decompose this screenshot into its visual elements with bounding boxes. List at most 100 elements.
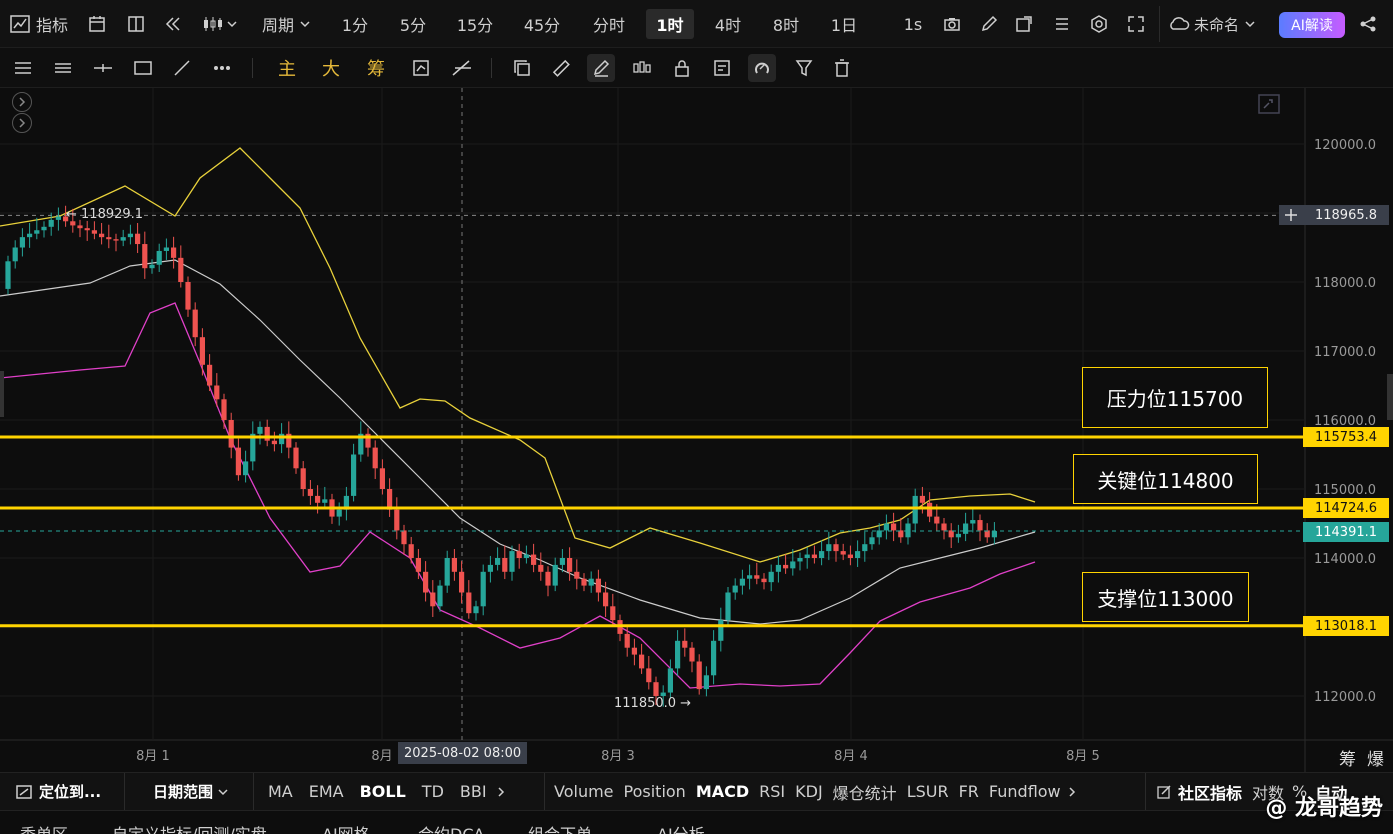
popout-icon[interactable] bbox=[1015, 15, 1033, 33]
chevron-right-icon[interactable] bbox=[1066, 786, 1078, 798]
timeframe-45m[interactable]: 45分 bbox=[517, 9, 567, 39]
indicator-kdj[interactable]: KDJ bbox=[790, 782, 828, 801]
indicator-position[interactable]: Position bbox=[619, 782, 691, 801]
trash-icon[interactable] bbox=[828, 54, 856, 82]
watermark: @ 龙哥趋势 bbox=[1265, 796, 1383, 821]
expand-icon[interactable] bbox=[12, 113, 32, 133]
indicator-button[interactable]: 指标 bbox=[10, 9, 68, 39]
rectangle-icon[interactable] bbox=[129, 54, 157, 82]
chip-corner-label[interactable]: 筹 bbox=[1339, 745, 1356, 770]
indicator-liquidation[interactable]: 爆仓统计 bbox=[828, 780, 902, 804]
share-icon[interactable] bbox=[1359, 15, 1377, 33]
more-icon[interactable] bbox=[208, 54, 236, 82]
edit-note-icon[interactable] bbox=[708, 54, 736, 82]
locate-button[interactable]: 定位到... bbox=[0, 781, 124, 802]
community-indicators[interactable]: 社区指标 bbox=[1146, 780, 1248, 804]
camera-icon[interactable] bbox=[943, 15, 961, 33]
rewind-icon[interactable] bbox=[163, 15, 183, 33]
layout-dropdown[interactable]: 未命名 bbox=[1168, 9, 1257, 39]
resistance-annotation[interactable]: 压力位115700 bbox=[1082, 367, 1268, 428]
main-chart-toggle[interactable]: 主 bbox=[273, 54, 301, 82]
candles-icon[interactable] bbox=[628, 54, 656, 82]
indicator-boll[interactable]: BOLL bbox=[352, 782, 414, 801]
calendar-icon[interactable] bbox=[88, 15, 106, 33]
collapse-icon[interactable] bbox=[1258, 94, 1280, 114]
gear-icon[interactable] bbox=[1090, 15, 1108, 33]
candle-body bbox=[336, 509, 342, 517]
candle-type-icon[interactable] bbox=[202, 15, 240, 33]
indicator-td[interactable]: TD bbox=[414, 782, 452, 801]
candle-body bbox=[927, 502, 933, 517]
timeframe-15m[interactable]: 15分 bbox=[451, 9, 499, 39]
candle-body bbox=[5, 261, 11, 289]
menu-icon[interactable] bbox=[9, 54, 37, 82]
brush-icon[interactable] bbox=[587, 54, 615, 82]
candle-body bbox=[372, 447, 378, 469]
magnet-icon[interactable] bbox=[748, 54, 776, 82]
date-range-dropdown[interactable]: 日期范围 bbox=[125, 781, 253, 802]
filter-icon[interactable] bbox=[790, 54, 818, 82]
sync-drawing-icon[interactable] bbox=[407, 54, 435, 82]
indicator-macd[interactable]: MACD bbox=[691, 782, 754, 801]
chevron-right-icon[interactable] bbox=[495, 786, 507, 798]
horizontal-line-icon[interactable] bbox=[89, 54, 117, 82]
lock-icon[interactable] bbox=[668, 54, 696, 82]
big-order-toggle[interactable]: 大 bbox=[317, 54, 345, 82]
timeframe-1m[interactable]: 1分 bbox=[336, 9, 374, 39]
add-alert-icon[interactable] bbox=[1279, 205, 1303, 225]
candle-body bbox=[279, 433, 285, 445]
tab-custom-indicator[interactable]: 自定义指标/回测/实盘 bbox=[112, 821, 267, 834]
interval-1s[interactable]: 1s bbox=[896, 9, 930, 39]
indicator-bbi[interactable]: BBI bbox=[452, 782, 495, 801]
indicator-ma[interactable]: MA bbox=[260, 782, 301, 801]
chevron-down-icon bbox=[300, 21, 310, 28]
indicator-fundflow[interactable]: Fundflow bbox=[984, 782, 1066, 801]
timeframe-4h[interactable]: 4时 bbox=[708, 9, 748, 39]
indicator-volume[interactable]: Volume bbox=[549, 782, 619, 801]
liquidation-corner-label[interactable]: 爆 bbox=[1367, 745, 1384, 770]
ai-interpret-button[interactable]: AI解读 bbox=[1279, 12, 1345, 38]
split-layout-icon[interactable] bbox=[127, 15, 145, 33]
key-level-annotation[interactable]: 关键位114800 bbox=[1073, 454, 1258, 504]
candle-body bbox=[473, 606, 479, 614]
pencil-icon[interactable] bbox=[980, 15, 998, 33]
measure-icon[interactable] bbox=[448, 54, 476, 82]
timeframe-timeshare[interactable]: 分时 bbox=[586, 9, 632, 39]
indicator-ema[interactable]: EMA bbox=[301, 782, 352, 801]
copy-icon[interactable] bbox=[508, 54, 536, 82]
support-annotation[interactable]: 支撑位113000 bbox=[1082, 572, 1249, 622]
tab-ai-grid[interactable]: AI网格 bbox=[322, 821, 370, 834]
indicator-rsi[interactable]: RSI bbox=[754, 782, 790, 801]
candle-body bbox=[732, 585, 738, 593]
trend-line-icon[interactable] bbox=[168, 54, 196, 82]
candle-body bbox=[480, 571, 486, 607]
price-chart[interactable]: 120000.0119000.0118000.0117000.0116000.0… bbox=[0, 88, 1393, 772]
ruler-icon[interactable] bbox=[547, 54, 575, 82]
tab-ai-analysis[interactable]: AI分析 bbox=[657, 821, 705, 834]
timeframe-8h[interactable]: 8时 bbox=[766, 9, 806, 39]
indicator-lsur[interactable]: LSUR bbox=[902, 782, 954, 801]
expand-icon[interactable] bbox=[12, 92, 32, 112]
candle-body bbox=[559, 558, 565, 565]
timeframe-5m[interactable]: 5分 bbox=[393, 9, 433, 39]
tab-combo-order[interactable]: 组合下单 bbox=[528, 821, 592, 834]
current-price-label: 114391.1 bbox=[1303, 522, 1389, 542]
chip-toggle[interactable]: 筹 bbox=[362, 54, 390, 82]
right-panel-handle[interactable] bbox=[1387, 374, 1393, 420]
parallel-lines-icon[interactable] bbox=[49, 54, 77, 82]
indicator-fr[interactable]: FR bbox=[954, 782, 984, 801]
timeframe-1h[interactable]: 1时 bbox=[646, 9, 694, 39]
tab-contract-dca[interactable]: 合约DCA bbox=[418, 821, 484, 834]
list-icon[interactable] bbox=[1053, 15, 1071, 33]
timeframe-1d[interactable]: 1日 bbox=[824, 9, 864, 39]
tab-orders[interactable]: 委单区 bbox=[20, 821, 68, 834]
candlestick-chart[interactable]: 120000.0119000.0118000.0117000.0116000.0… bbox=[0, 88, 1393, 772]
candle-body bbox=[891, 523, 897, 531]
candle-body bbox=[27, 233, 33, 238]
period-dropdown[interactable]: 周期 bbox=[262, 9, 312, 39]
candle-body bbox=[797, 558, 803, 562]
candle-body bbox=[415, 558, 421, 572]
left-panel-handle[interactable] bbox=[0, 371, 4, 417]
fullscreen-icon[interactable] bbox=[1127, 15, 1145, 33]
candle-body bbox=[379, 468, 385, 489]
